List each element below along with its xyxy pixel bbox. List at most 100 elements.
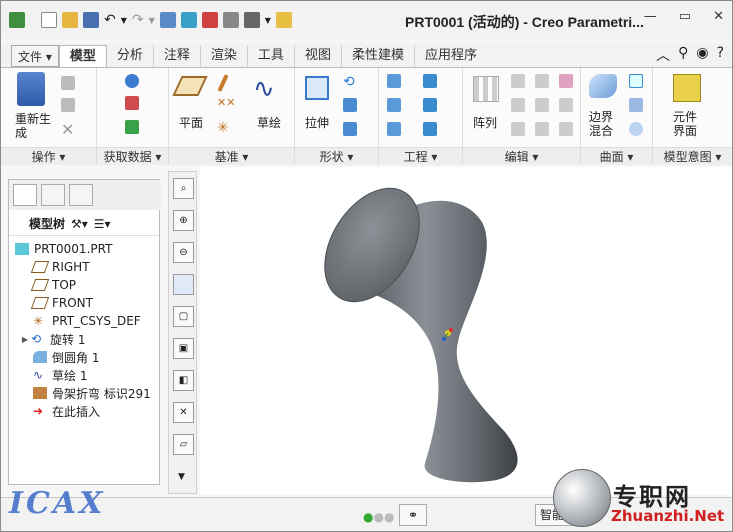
shell-icon[interactable]	[423, 74, 437, 88]
point-icon[interactable]: ✕✕	[217, 96, 235, 109]
quick-access-dropdown-icon[interactable]: ▼	[265, 16, 271, 25]
tree-item-csys[interactable]: ✳ PRT_CSYS_DEF	[9, 312, 159, 330]
fill-icon[interactable]	[629, 74, 643, 88]
display-icon[interactable]	[243, 12, 260, 28]
help-icon[interactable]: ?	[717, 45, 724, 65]
csys-icon[interactable]: ✳	[217, 120, 229, 136]
expand-arrow-icon[interactable]: ▶	[19, 335, 31, 344]
tree-item-front[interactable]: FRONT	[9, 294, 159, 312]
round-icon[interactable]	[387, 98, 401, 112]
group-label-get-data[interactable]: 获取数据 ▾	[97, 147, 168, 165]
offset-icon[interactable]	[535, 122, 549, 136]
merge-icon[interactable]	[535, 74, 549, 88]
tree-item-revolve[interactable]: ▶ ⟲ 旋转 1	[9, 330, 159, 348]
tab-analysis[interactable]: 分析	[107, 45, 153, 67]
close-window-icon[interactable]	[201, 12, 218, 28]
zoom-out-icon[interactable]: ⊖	[173, 242, 194, 263]
settings-quick-icon[interactable]	[222, 12, 239, 28]
minimize-icon[interactable]: —	[644, 9, 657, 24]
tree-item-part[interactable]: PRT0001.PRT	[9, 240, 159, 258]
message-indicator-icon[interactable]: ●●●	[363, 510, 394, 524]
redo-dropdown-icon[interactable]: ▼	[149, 16, 155, 25]
search-icon[interactable]: ⚲	[678, 45, 688, 65]
display-style-icon[interactable]: ◧	[173, 370, 194, 391]
mirror-icon[interactable]	[511, 74, 525, 88]
pattern-button[interactable]: 阵列	[473, 114, 497, 131]
toolbar-more-icon[interactable]: ▼	[178, 472, 185, 482]
group-label-operations[interactable]: 操作 ▾	[1, 147, 96, 165]
find-button[interactable]: ⚭	[399, 504, 427, 526]
collapse-ribbon-icon[interactable]: ︿	[656, 45, 670, 65]
revolve-icon[interactable]: ⟲	[343, 74, 355, 90]
regenerate-button[interactable]: 重新生成	[15, 112, 55, 140]
new-file-icon[interactable]	[41, 12, 57, 28]
tab-model[interactable]: 模型	[58, 45, 107, 67]
paste-icon[interactable]	[61, 98, 75, 112]
view-manager-icon[interactable]: ▣	[173, 338, 194, 359]
undo-icon[interactable]: ↶	[104, 12, 116, 28]
intersect-icon[interactable]	[559, 74, 573, 88]
chamfer-icon[interactable]	[387, 122, 401, 136]
group-label-engineering[interactable]: 工程 ▾	[379, 147, 462, 165]
plane-icon[interactable]	[172, 76, 208, 96]
graphics-area[interactable]	[200, 167, 732, 495]
extend-icon[interactable]	[511, 98, 525, 112]
sketch-icon[interactable]: ∿	[253, 74, 275, 104]
tab-tools[interactable]: 工具	[246, 45, 294, 67]
zoom-in-icon[interactable]: ⊕	[173, 210, 194, 231]
component-interface-button[interactable]: 元件界面	[673, 110, 703, 138]
sketch-button[interactable]: 草绘	[257, 114, 281, 131]
tree-item-sketch[interactable]: ∿ 草绘 1	[9, 366, 159, 384]
tree-settings-icon[interactable]: ⚒▾	[71, 217, 88, 231]
undo-dropdown-icon[interactable]: ▼	[121, 16, 127, 25]
repaint-icon[interactable]	[173, 274, 194, 295]
group-label-model-intent[interactable]: 模型意图 ▾	[653, 147, 732, 165]
tab-folder-browser-icon[interactable]	[41, 184, 65, 206]
boundary-blend-button[interactable]: 边界混合	[589, 110, 623, 138]
copy-icon[interactable]	[61, 76, 75, 90]
tree-item-spinal-bend[interactable]: 骨架折弯 标识291	[9, 384, 159, 402]
extrude-button[interactable]: 拉伸	[305, 114, 329, 131]
group-label-surfaces[interactable]: 曲面 ▾	[581, 147, 652, 165]
axis-icon[interactable]	[217, 73, 229, 93]
tab-applications[interactable]: 应用程序	[413, 45, 487, 67]
extrude-icon[interactable]	[305, 76, 329, 100]
tab-render[interactable]: 渲染	[199, 45, 247, 67]
folder-icon[interactable]	[275, 12, 292, 28]
solidify-icon[interactable]	[559, 122, 573, 136]
tab-file[interactable]: 文件 ▾	[11, 45, 59, 67]
tree-item-top[interactable]: TOP	[9, 276, 159, 294]
close-icon[interactable]: ✕	[713, 9, 724, 24]
save-icon[interactable]	[83, 12, 99, 28]
user-defined-feature-icon[interactable]	[125, 74, 139, 88]
maximize-icon[interactable]: ▭	[679, 9, 691, 24]
plane-button[interactable]: 平面	[179, 114, 203, 131]
group-label-shapes[interactable]: 形状 ▾	[295, 147, 378, 165]
group-label-editing[interactable]: 编辑 ▾	[463, 147, 580, 165]
tree-item-insert-here[interactable]: ➜ 在此插入	[9, 402, 159, 420]
rib-icon[interactable]	[423, 98, 437, 112]
regenerate-icon[interactable]	[17, 72, 45, 106]
sweep-icon[interactable]	[343, 98, 357, 112]
show-menu-icon[interactable]: ☰▾	[94, 217, 111, 231]
tab-annotate[interactable]: 注释	[152, 45, 200, 67]
tab-favorites-icon[interactable]	[69, 184, 93, 206]
open-folder-icon[interactable]	[62, 12, 78, 28]
tab-flexible-modeling[interactable]: 柔性建模	[340, 45, 414, 67]
draft-icon[interactable]	[423, 122, 437, 136]
swept-blend-icon[interactable]	[343, 122, 357, 136]
annotation-display-icon[interactable]: ▱	[173, 434, 194, 455]
datum-display-icon[interactable]: ✕	[173, 402, 194, 423]
group-label-datum[interactable]: 基准 ▾	[169, 147, 294, 165]
community-icon[interactable]: ◉	[696, 45, 708, 65]
trim-icon[interactable]	[535, 98, 549, 112]
freestyle-icon[interactable]	[629, 122, 643, 136]
pattern-icon[interactable]	[473, 76, 499, 102]
delete-icon[interactable]: ✕	[61, 120, 74, 139]
boundary-blend-icon[interactable]	[589, 74, 617, 98]
hole-icon[interactable]	[387, 74, 401, 88]
refit-icon[interactable]: ⌕	[173, 178, 194, 199]
component-interface-icon[interactable]	[673, 74, 701, 102]
windows-icon[interactable]	[180, 12, 197, 28]
copy-geometry-icon[interactable]	[125, 96, 139, 110]
